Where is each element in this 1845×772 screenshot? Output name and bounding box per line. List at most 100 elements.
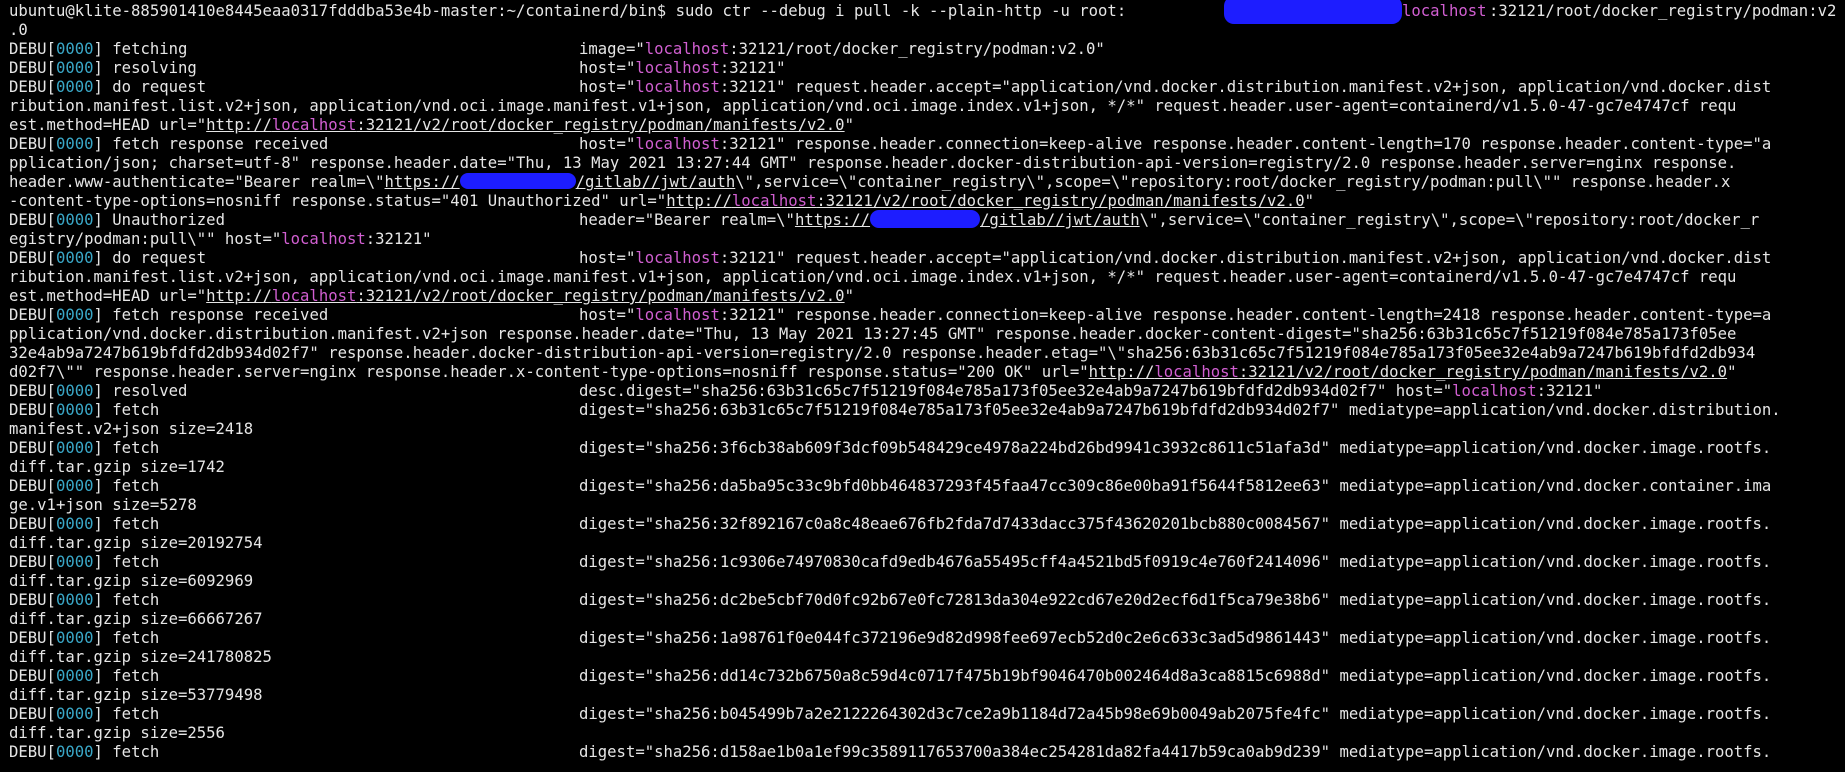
debug-code: 0000 bbox=[55, 553, 94, 571]
redaction-mark bbox=[459, 172, 576, 189]
field-text: " bbox=[1304, 192, 1314, 210]
field-text: \",service=\"container_registry\",scope=… bbox=[1139, 211, 1760, 229]
auth-url-link[interactable]: https:// /gitlab//jwt/auth bbox=[385, 172, 736, 191]
log-line: DEBU[0000] fetch digest="sha256:63b31c65c… bbox=[9, 401, 1845, 420]
url-text[interactable]: http:// bbox=[206, 287, 272, 305]
url-text[interactable]: https:// bbox=[795, 211, 870, 229]
prompt-line: ubuntu@klite-885901410e8445eaa0317fdddba… bbox=[9, 0, 1845, 24]
host-highlight[interactable]: localhost bbox=[1154, 363, 1239, 381]
log-line: DEBU[0000] resolved desc.digest="sha256:6… bbox=[9, 382, 1845, 401]
log-fields: digest="sha256:dd14c732b6750a8c59d4c0717… bbox=[579, 667, 1772, 685]
url-text[interactable]: :32121/v2/root/docker_registry/podman/ma… bbox=[356, 116, 844, 134]
log-fields: header="Bearer realm=\"https:// /gitlab//… bbox=[579, 209, 1760, 230]
field-text: diff.tar.gzip size=53779498 bbox=[9, 686, 263, 704]
log-wrap-line: pplication/json; charset=utf-8" response… bbox=[9, 154, 1845, 173]
log-message: Unauthorized bbox=[102, 211, 225, 229]
url-text[interactable]: /gitlab/ bbox=[576, 173, 651, 191]
host-highlight[interactable]: localhost bbox=[272, 116, 357, 134]
log-message: fetch bbox=[102, 629, 160, 647]
log-line: DEBU[0000] do request host="localhost:321… bbox=[9, 78, 1845, 97]
host-highlight: localhost bbox=[644, 40, 730, 58]
log-line: DEBU[0000] fetch response received host="… bbox=[9, 306, 1845, 325]
field-text: ribution.manifest.list.v2+json, applicat… bbox=[9, 97, 1737, 115]
debug-level: DEBU[ bbox=[9, 705, 56, 723]
field-text: diff.tar.gzip size=1742 bbox=[9, 458, 225, 476]
url-text[interactable]: http:// bbox=[206, 116, 272, 134]
log-message: fetch bbox=[102, 591, 160, 609]
log-line: DEBU[0000] fetch digest="sha256:3f6cb38ab… bbox=[9, 439, 1845, 458]
log-message: do request bbox=[102, 249, 207, 267]
terminal-window[interactable]: ubuntu@klite-885901410e8445eaa0317fdddba… bbox=[0, 0, 1845, 772]
debug-code: 0000 bbox=[55, 59, 94, 77]
field-text: est.method=HEAD url=" bbox=[9, 116, 207, 134]
debug-code: 0000 bbox=[55, 78, 94, 96]
debug-code: 0000 bbox=[55, 401, 94, 419]
log-fields: digest="sha256:32f892167c0a8c48eae676fb2… bbox=[579, 515, 1772, 533]
debug-level: DEBU[ bbox=[9, 515, 56, 533]
url-text[interactable]: :32121/v2/root/docker_registry/podman/ma… bbox=[356, 287, 844, 305]
command-host: localhost bbox=[1402, 2, 1487, 20]
log-line: DEBU[0000] fetch digest="sha256:dc2be5cbf… bbox=[9, 591, 1845, 610]
request-url-link[interactable]: http://localhost:32121/v2/root/docker_re… bbox=[206, 116, 844, 134]
debug-bracket: ] bbox=[93, 135, 103, 153]
shell-prompt: ubuntu@klite-885901410e8445eaa0317fdddba… bbox=[9, 2, 667, 20]
log-fields: host="localhost:32121" request.header.ac… bbox=[579, 249, 1771, 268]
field-text: desc.digest="sha256:63b31c65c7f51219f084… bbox=[579, 382, 1453, 400]
field-text: -content-type-options=nosniff response.s… bbox=[9, 192, 667, 210]
debug-bracket: ] bbox=[93, 78, 103, 96]
field-text: diff.tar.gzip size=20192754 bbox=[9, 534, 263, 552]
debug-bracket: ] bbox=[93, 382, 103, 400]
auth-url-link[interactable]: https:// /gitlab//jwt/auth bbox=[795, 209, 1140, 229]
field-text: pplication/json; charset=utf-8" response… bbox=[9, 154, 1737, 172]
log-wrap-line: est.method=HEAD url="http://localhost:32… bbox=[9, 116, 1845, 135]
debug-level: DEBU[ bbox=[9, 553, 56, 571]
url-text[interactable]: http:// bbox=[666, 192, 732, 210]
url-text[interactable]: /jwt/auth bbox=[1055, 211, 1140, 229]
host-highlight: localhost bbox=[635, 306, 720, 324]
field-text: :32121" response.header.connection=keep-… bbox=[719, 135, 1772, 153]
log-wrap-line: diff.tar.gzip size=2556 bbox=[9, 724, 1845, 743]
url-text[interactable]: /jwt/auth bbox=[651, 173, 736, 191]
host-highlight: localhost bbox=[635, 249, 720, 267]
prompt-wrap-line: .0 bbox=[9, 21, 1845, 40]
field-text: pplication/vnd.docker.distribution.manif… bbox=[9, 325, 1737, 343]
field-text: host=" bbox=[579, 59, 636, 77]
log-wrap-line: diff.tar.gzip size=6092969 bbox=[9, 572, 1845, 591]
log-fields: digest="sha256:dc2be5cbf70d0fc92b67e0fc7… bbox=[579, 591, 1772, 609]
field-text: d02f7\"" response.header.server=nginx re… bbox=[9, 363, 1089, 381]
request-url-link[interactable]: http://localhost:32121/v2/root/docker_re… bbox=[206, 287, 844, 305]
log-line: DEBU[0000] fetch digest="sha256:dd14c732b… bbox=[9, 667, 1845, 686]
log-wrap-line: d02f7\"" response.header.server=nginx re… bbox=[9, 363, 1845, 382]
url-text[interactable]: :32121/v2/root/docker_registry/podman/ma… bbox=[816, 192, 1304, 210]
url-text[interactable]: :32121/v2/root/docker_registry/podman/ma… bbox=[1239, 363, 1727, 381]
log-fields: digest="sha256:1c9306e74970830cafd9edb46… bbox=[579, 553, 1772, 571]
log-line: DEBU[0000] resolving host="localhost:3212… bbox=[9, 59, 1845, 78]
log-fields: host="localhost:32121" response.header.c… bbox=[579, 135, 1771, 154]
log-wrap-line: diff.tar.gzip size=241780825 bbox=[9, 648, 1845, 667]
log-line: DEBU[0000] fetch digest="sha256:1c9306e74… bbox=[9, 553, 1845, 572]
host-highlight[interactable]: localhost bbox=[272, 287, 357, 305]
debug-code: 0000 bbox=[55, 382, 94, 400]
log-message: fetch bbox=[102, 515, 160, 533]
url-text[interactable]: /gitlab/ bbox=[980, 211, 1055, 229]
host-highlight[interactable]: localhost bbox=[732, 192, 817, 210]
debug-level: DEBU[ bbox=[9, 249, 56, 267]
debug-bracket: ] bbox=[93, 211, 103, 229]
log-message: fetch bbox=[102, 477, 160, 495]
debug-code: 0000 bbox=[55, 306, 94, 324]
log-line: DEBU[0000] do request host="localhost:321… bbox=[9, 249, 1845, 268]
debug-level: DEBU[ bbox=[9, 40, 56, 58]
url-text[interactable]: http:// bbox=[1089, 363, 1155, 381]
debug-level: DEBU[ bbox=[9, 211, 56, 229]
url-text[interactable]: https:// bbox=[385, 173, 460, 191]
debug-code: 0000 bbox=[55, 40, 94, 58]
debug-bracket: ] bbox=[93, 40, 103, 58]
field-text: diff.tar.gzip size=66667267 bbox=[9, 610, 263, 628]
host-highlight: localhost bbox=[635, 135, 720, 153]
debug-code: 0000 bbox=[55, 135, 94, 153]
response-url-link[interactable]: http://localhost:32121/v2/root/docker_re… bbox=[1089, 363, 1727, 381]
log-wrap-line: 32e4ab9a7247b619bfdfd2db934d02f7" respon… bbox=[9, 344, 1845, 363]
log-message: fetch bbox=[102, 705, 160, 723]
log-fields: image="localhost:32121/root/docker_regis… bbox=[579, 40, 1105, 59]
response-url-link[interactable]: http://localhost:32121/v2/root/docker_re… bbox=[666, 192, 1304, 210]
